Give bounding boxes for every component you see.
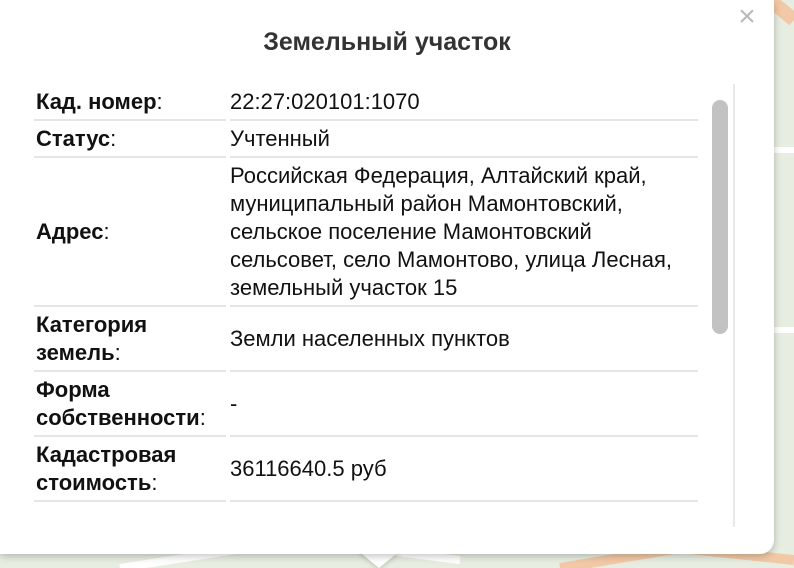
table-row: Адрес: Российская Федерация, Алтайский кр… — [34, 160, 698, 307]
row-label-colon: : — [114, 340, 121, 365]
row-label: Кад. номер: — [34, 86, 226, 121]
row-label-colon: : — [103, 219, 110, 244]
table-row: Форма собственности: - — [34, 374, 698, 437]
table-row: Статус: Учтенный — [34, 123, 698, 158]
row-label-colon: : — [110, 126, 117, 151]
info-popup: × Земельный участок Кад. номер: 22:27:020… — [0, 0, 774, 554]
content-divider — [733, 84, 735, 527]
row-label: Категория земель: — [34, 309, 226, 372]
row-value: 22:27:020101:1070 — [230, 86, 698, 121]
row-label-text: Адрес — [36, 219, 104, 244]
row-label: Кадастровая стоимость: — [34, 439, 226, 502]
table-row: Кадастровая стоимость: 36116640.5 руб — [34, 439, 698, 502]
table-row: Категория земель: Земли населенных пункто… — [34, 309, 698, 372]
row-label-colon: : — [151, 470, 158, 495]
row-label-text: Категория земель — [36, 312, 148, 365]
popup-content[interactable]: Кад. номер: 22:27:020101:1070 Статус: Учтен… — [34, 84, 704, 526]
row-label-text: Статус — [36, 126, 111, 151]
row-label: Форма собственности: — [34, 374, 226, 437]
row-label-text: Кад. номер — [36, 89, 157, 114]
row-value: Земли населенных пунктов — [230, 309, 698, 372]
row-value: Учтенный — [230, 123, 698, 158]
row-label: Адрес: — [34, 160, 226, 307]
row-label-text: Форма собственности — [36, 377, 200, 430]
table-row: Кад. номер: 22:27:020101:1070 — [34, 86, 698, 121]
row-value: - — [230, 374, 698, 437]
popup-title: Земельный участок — [263, 28, 511, 56]
row-label: Статус: — [34, 123, 226, 158]
row-label-colon: : — [156, 89, 163, 114]
scrollbar-thumb[interactable] — [712, 100, 728, 334]
property-table: Кад. номер: 22:27:020101:1070 Статус: Учтен… — [34, 84, 702, 504]
row-value: Российская Федерация, Алтайский край, му… — [230, 160, 698, 307]
row-value: 36116640.5 руб — [230, 439, 698, 502]
row-label-colon: : — [199, 405, 206, 430]
